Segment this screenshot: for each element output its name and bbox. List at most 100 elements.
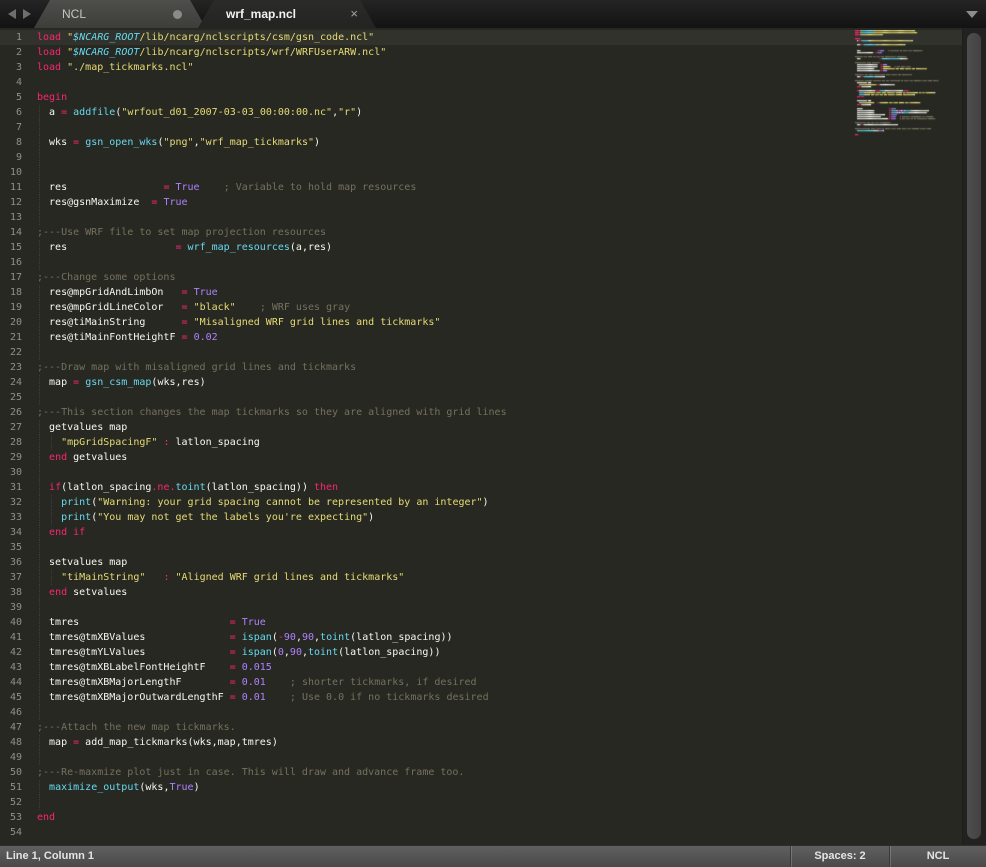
code-line[interactable]: end (37, 810, 507, 825)
line-number: 18 (0, 285, 22, 300)
code-token: ;---Draw map with misaligned grid lines … (37, 362, 356, 373)
code-token: addfile (73, 107, 115, 118)
code-line[interactable]: ;---This section changes the map tickmar… (37, 405, 507, 420)
code-line[interactable]: getvalues map (37, 420, 507, 435)
code-line[interactable]: begin (37, 90, 507, 105)
forward-arrow-icon[interactable] (23, 9, 31, 19)
sublime-window: NCL wrf_map.ncl × 1234567891011121314151… (0, 0, 986, 867)
code-line[interactable]: end setvalues (37, 585, 507, 600)
code-token: wrf_map_resources (188, 242, 290, 253)
code-line[interactable]: load "./map_tickmarks.ncl" (37, 60, 507, 75)
code-token: (wks, (139, 782, 169, 793)
code-line[interactable] (37, 795, 507, 810)
code-token: tmres@tmXBValues (37, 632, 230, 643)
code-line[interactable] (37, 750, 507, 765)
indent-guide (39, 255, 40, 270)
code-line[interactable]: res@mpGridAndLimbOn = True (37, 285, 507, 300)
code-line[interactable]: res@tiMainFontHeightF = 0.02 (37, 330, 507, 345)
code-line[interactable]: end getvalues (37, 450, 507, 465)
code-token: 0.01 (242, 677, 266, 688)
tab-overflow-icon[interactable] (966, 11, 978, 18)
code-line[interactable]: print("You may not get the labels you're… (37, 510, 507, 525)
code-line[interactable]: print("Warning: your grid spacing cannot… (37, 495, 507, 510)
code-line[interactable]: load "$NCARG_ROOT/lib/ncarg/nclscripts/c… (37, 30, 507, 45)
minimap[interactable] (851, 30, 939, 140)
line-number: 26 (0, 405, 22, 420)
code-token: ) (483, 497, 489, 508)
code-line[interactable] (37, 120, 507, 135)
code-token (236, 302, 260, 313)
code-line[interactable]: tmres@tmXBMajorOutwardLengthF = 0.01 ; U… (37, 690, 507, 705)
code-line[interactable]: ;---Re-maxmize plot just in case. This w… (37, 765, 507, 780)
indentation-menu[interactable]: Spaces: 2 (791, 846, 889, 867)
code-line[interactable]: res@gsnMaximize = True (37, 195, 507, 210)
line-number: 23 (0, 360, 22, 375)
tab-wrf-map-ncl[interactable]: wrf_map.ncl × (198, 0, 376, 28)
code-line[interactable] (37, 540, 507, 555)
code-line[interactable] (37, 600, 507, 615)
code-line[interactable]: tmres = True (37, 615, 507, 630)
code-line[interactable]: setvalues map (37, 555, 507, 570)
editor-pane[interactable]: 1234567891011121314151617181920212223242… (0, 28, 986, 845)
code-line[interactable]: ;---Draw map with misaligned grid lines … (37, 360, 507, 375)
code-line[interactable] (37, 165, 507, 180)
code-line[interactable]: res@tiMainString = "Misaligned WRF grid … (37, 315, 507, 330)
code-token: getvalues map (37, 422, 127, 433)
tab-ncl[interactable]: NCL (34, 0, 206, 28)
code-line[interactable]: tmres@tmXBValues = ispan(-90,90,toint(la… (37, 630, 507, 645)
scrollbar-thumb[interactable] (967, 33, 981, 839)
code-line[interactable]: tmres@tmXBMajorLengthF = 0.01 ; shorter … (37, 675, 507, 690)
indent-guide (39, 780, 40, 795)
code-line[interactable] (37, 465, 507, 480)
code-line[interactable]: ;---Use WRF file to set map projection r… (37, 225, 507, 240)
code-line[interactable] (37, 705, 507, 720)
indent-guide (39, 660, 40, 675)
indent-guide (39, 750, 40, 765)
code-line[interactable]: load "$NCARG_ROOT/lib/ncarg/nclscripts/w… (37, 45, 507, 60)
code-line[interactable]: wks = gsn_open_wks("png","wrf_map_tickma… (37, 135, 507, 150)
code-line[interactable] (37, 255, 507, 270)
code-line[interactable]: "mpGridSpacingF" : latlon_spacing (37, 435, 507, 450)
code-line[interactable] (37, 75, 507, 90)
code-line[interactable]: res = wrf_map_resources(a,res) (37, 240, 507, 255)
code-token: ) (194, 782, 200, 793)
code-line[interactable]: tmres@tmYLValues = ispan(0,90,toint(latl… (37, 645, 507, 660)
code-token: map (37, 737, 73, 748)
close-tab-icon[interactable]: × (350, 0, 358, 28)
code-line[interactable]: a = addfile("wrfout_d01_2007-03-03_00:00… (37, 105, 507, 120)
code-line[interactable]: end if (37, 525, 507, 540)
code-line[interactable]: ;---Change some options (37, 270, 507, 285)
code-token: (wks,res) (151, 377, 205, 388)
code-line[interactable]: map = add_map_tickmarks(wks,map,tmres) (37, 735, 507, 750)
code-line[interactable]: res@mpGridLineColor = "black" ; WRF uses… (37, 300, 507, 315)
scrollbar-track[interactable] (962, 28, 986, 845)
code-token: True (242, 617, 266, 628)
code-line[interactable] (37, 210, 507, 225)
code-line[interactable]: ;---Attach the new map tickmarks. (37, 720, 507, 735)
line-number: 53 (0, 810, 22, 825)
code-line[interactable] (37, 150, 507, 165)
code-line[interactable] (37, 825, 507, 840)
code-line[interactable]: res = True ; Variable to hold map resour… (37, 180, 507, 195)
code-line[interactable] (37, 390, 507, 405)
code-token (145, 572, 163, 583)
indent-guide (39, 600, 40, 615)
line-number: 33 (0, 510, 22, 525)
code-line[interactable] (37, 345, 507, 360)
code-token: ; Use 0.0 if no tickmarks desired (290, 692, 489, 703)
code-line[interactable]: if(latlon_spacing.ne.toint(latlon_spacin… (37, 480, 507, 495)
code-line[interactable]: map = gsn_csm_map(wks,res) (37, 375, 507, 390)
code-token: 0.02 (194, 332, 218, 343)
syntax-menu[interactable]: NCL (890, 846, 986, 867)
code-token: ;---Re-maxmize plot just in case. This w… (37, 767, 464, 778)
line-number: 41 (0, 630, 22, 645)
indent-guide (39, 450, 40, 465)
code-line[interactable]: "tiMainString" : "Aligned WRF grid lines… (37, 570, 507, 585)
code-token: $NCARG_ROOT (73, 47, 139, 58)
code-line[interactable]: tmres@tmXBLabelFontHeightF = 0.015 (37, 660, 507, 675)
code-area[interactable]: load "$NCARG_ROOT/lib/ncarg/nclscripts/c… (37, 30, 507, 840)
back-arrow-icon[interactable] (8, 9, 16, 19)
code-line[interactable]: maximize_output(wks,True) (37, 780, 507, 795)
code-token: end (49, 527, 67, 538)
line-number: 24 (0, 375, 22, 390)
